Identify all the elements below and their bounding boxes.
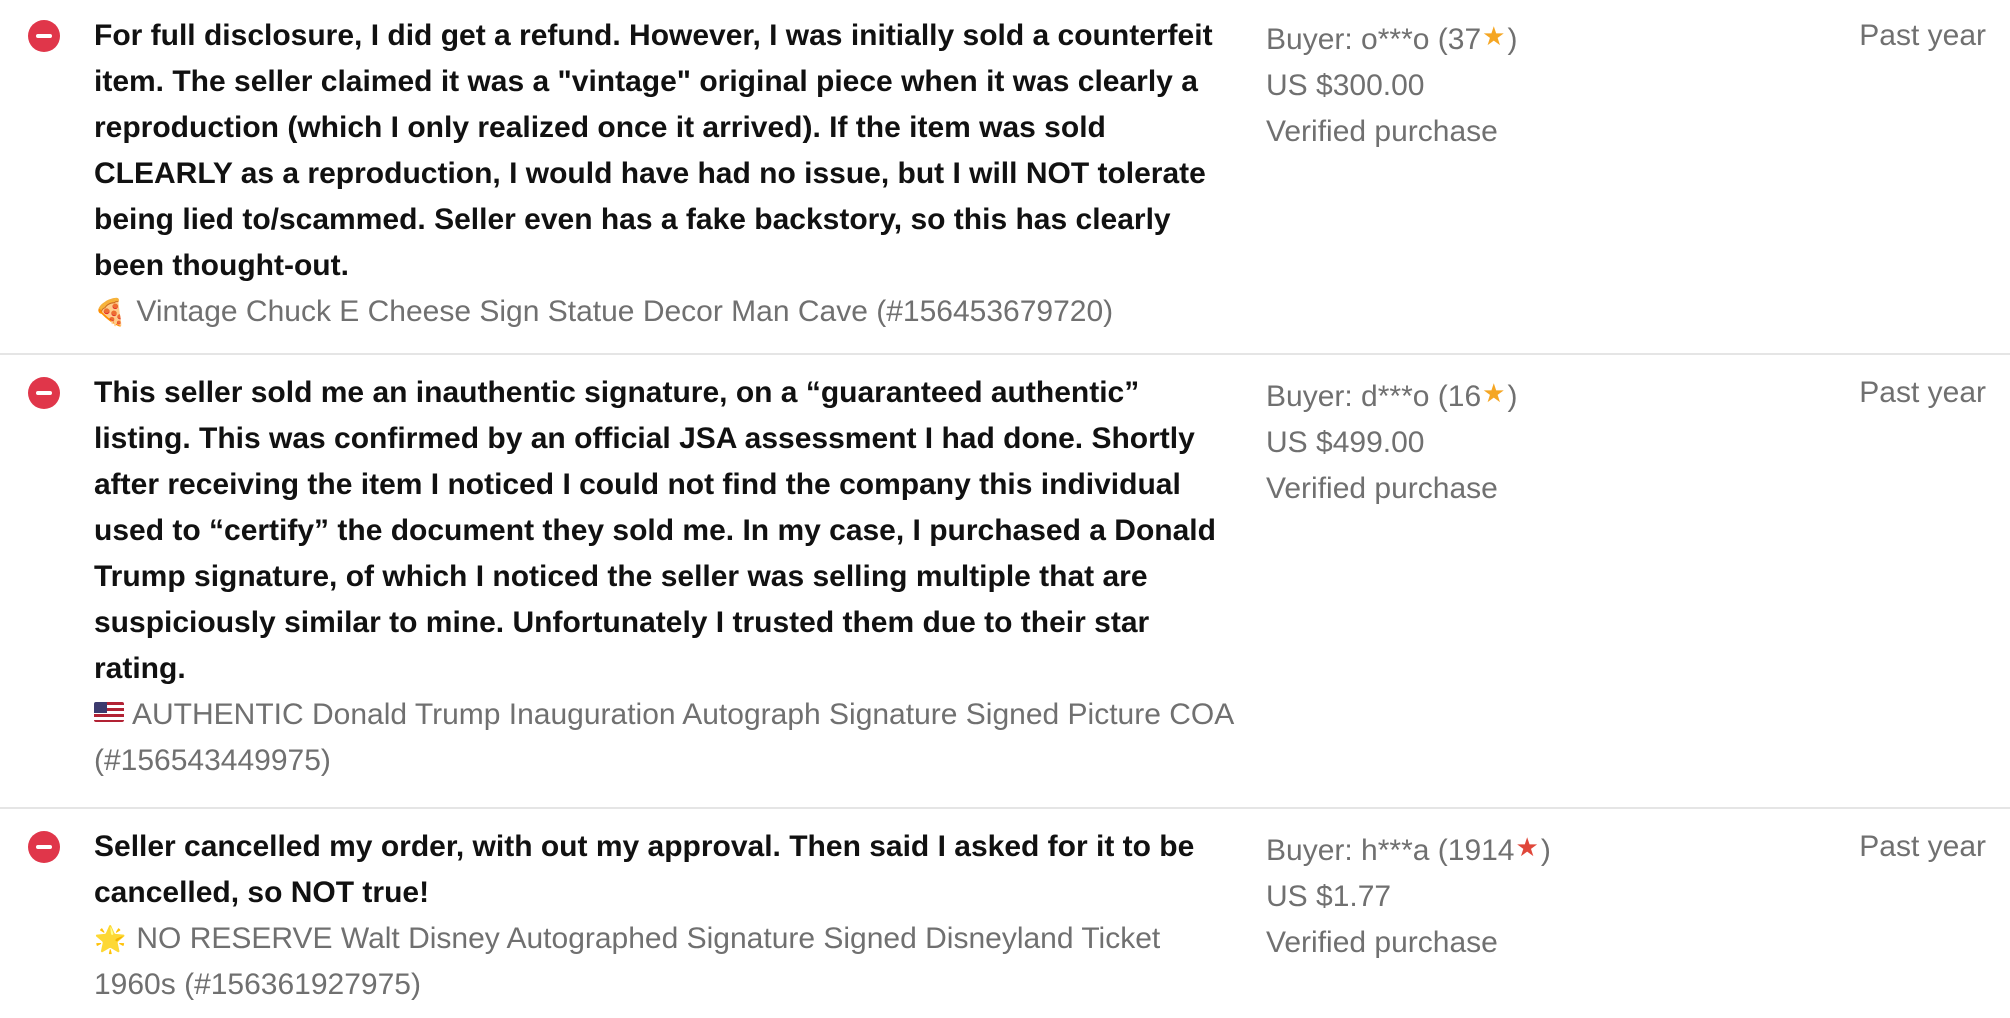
- buyer-name[interactable]: Buyer: o***o (37: [1266, 23, 1481, 56]
- item-title[interactable]: NO RESERVE Walt Disney Autographed Signa…: [94, 922, 1160, 1001]
- buyer-line: Buyer: h***a (1914★): [1266, 824, 1686, 874]
- feedback-time: Past year: [1859, 376, 1986, 409]
- verified-purchase-label: Verified purchase: [1266, 472, 1498, 505]
- price: US $499.00: [1266, 426, 1425, 459]
- star-icon: ★: [1515, 832, 1539, 862]
- buyer-info: Buyer: d***o (16★) US $499.00 Verified p…: [1266, 370, 1686, 512]
- negative-rating-icon: [28, 20, 60, 52]
- feedback-time: Past year: [1859, 19, 1986, 52]
- feedback-row: This seller sold me an inauthentic signa…: [0, 355, 2010, 809]
- feedback-row: For full disclosure, I did get a refund.…: [0, 0, 2010, 355]
- buyer-close-paren: ): [1507, 23, 1518, 56]
- us-flag-icon: [94, 702, 124, 722]
- buyer-name[interactable]: Buyer: d***o (16: [1266, 380, 1481, 413]
- feedback-time: Past year: [1859, 830, 1986, 863]
- item-link[interactable]: 🌟 NO RESERVE Walt Disney Autographed Sign…: [94, 916, 1244, 1008]
- pizza-icon: 🍕: [94, 297, 127, 327]
- buyer-close-paren: ): [1507, 380, 1518, 413]
- negative-rating-icon: [28, 831, 60, 863]
- price: US $300.00: [1266, 69, 1425, 102]
- feedback-list: For full disclosure, I did get a refund.…: [0, 0, 2010, 1018]
- buyer-info: Buyer: o***o (37★) US $300.00 Verified p…: [1266, 13, 1686, 155]
- verified-purchase-label: Verified purchase: [1266, 115, 1498, 148]
- negative-rating-icon: [28, 377, 60, 409]
- buyer-name[interactable]: Buyer: h***a (1914: [1266, 834, 1515, 867]
- star-icon: ★: [1482, 21, 1506, 51]
- item-link[interactable]: 🍕 Vintage Chuck E Cheese Sign Statue Deco…: [94, 289, 1244, 335]
- feedback-comment: For full disclosure, I did get a refund.…: [94, 19, 1213, 282]
- star-icon: ★: [1482, 378, 1506, 408]
- item-link[interactable]: AUTHENTIC Donald Trump Inauguration Auto…: [94, 692, 1244, 784]
- feedback-comment-block: For full disclosure, I did get a refund.…: [94, 13, 1244, 335]
- buyer-info: Buyer: h***a (1914★) US $1.77 Verified p…: [1266, 824, 1686, 966]
- feedback-comment-block: This seller sold me an inauthentic signa…: [94, 370, 1244, 784]
- verified-purchase-label: Verified purchase: [1266, 926, 1498, 959]
- item-title[interactable]: AUTHENTIC Donald Trump Inauguration Auto…: [94, 698, 1233, 777]
- price: US $1.77: [1266, 880, 1392, 913]
- item-title[interactable]: Vintage Chuck E Cheese Sign Statue Decor…: [136, 295, 1113, 328]
- feedback-comment-block: Seller cancelled my order, with out my a…: [94, 824, 1244, 1008]
- buyer-close-paren: ): [1540, 834, 1551, 867]
- glowing-star-icon: 🌟: [94, 924, 127, 954]
- feedback-row: Seller cancelled my order, with out my a…: [0, 809, 2010, 1018]
- feedback-comment: This seller sold me an inauthentic signa…: [94, 376, 1216, 685]
- buyer-line: Buyer: o***o (37★): [1266, 13, 1686, 63]
- feedback-comment: Seller cancelled my order, with out my a…: [94, 830, 1195, 909]
- buyer-line: Buyer: d***o (16★): [1266, 370, 1686, 420]
